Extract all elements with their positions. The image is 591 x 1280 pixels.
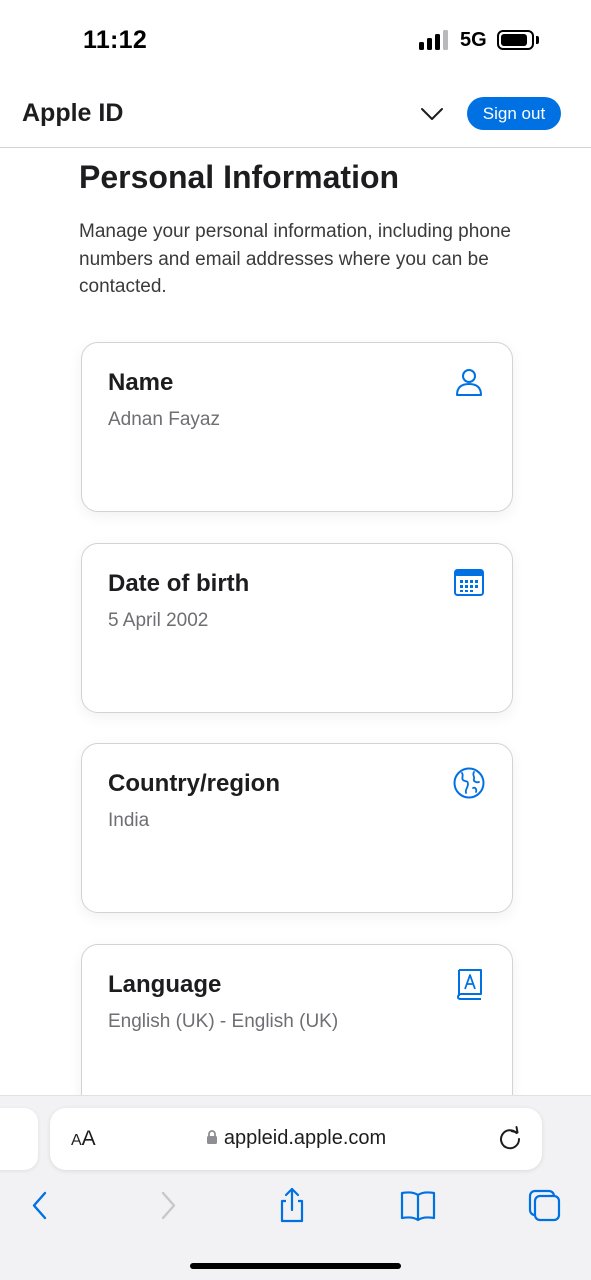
back-icon[interactable] [18,1184,62,1228]
card-value: India [108,810,150,831]
calendar-icon [452,566,486,600]
safari-toolbar: AA appleid.apple.com [0,1095,591,1280]
status-bar: 11:12 5G [0,0,591,80]
language-book-icon [452,967,486,1001]
reload-icon[interactable] [496,1125,524,1153]
globe-icon [452,766,486,800]
url-display[interactable]: appleid.apple.com [50,1127,542,1150]
card-title: Language [108,971,222,998]
person-icon [452,365,486,399]
card-value: Adnan Fayaz [108,409,220,430]
forward-icon[interactable] [146,1184,190,1228]
bookmarks-icon[interactable] [396,1184,440,1228]
screen: 11:12 5G Apple ID Sign out Personal Info… [0,0,591,1280]
network-type: 5G [460,29,487,51]
main-content: Personal Information Manage your persona… [0,149,591,1095]
card-title: Date of birth [108,570,250,597]
sign-out-button[interactable]: Sign out [467,97,561,130]
battery-icon [497,30,534,50]
date-of-birth-card[interactable]: Date of birth 5 April 2002 [81,543,513,713]
address-bar[interactable]: AA appleid.apple.com [50,1108,542,1170]
card-title: Country/region [108,770,280,797]
card-value: 5 April 2002 [108,610,209,631]
appleid-header: Apple ID Sign out [0,80,591,148]
card-title: Name [108,369,174,396]
name-card[interactable]: Name Adnan Fayaz [81,342,513,512]
language-card[interactable]: Language English (UK) - English (UK) [81,944,513,1095]
previous-tab-preview[interactable] [0,1108,38,1170]
lock-icon [206,1128,218,1144]
card-value: English (UK) - English (UK) [108,1011,339,1032]
battery-level [501,34,528,46]
chevron-down-icon[interactable] [414,100,450,128]
share-icon[interactable] [270,1184,314,1228]
tabs-icon[interactable] [522,1184,566,1228]
page-description: Manage your personal information, includ… [79,221,511,297]
url-text: appleid.apple.com [223,1127,387,1149]
page-title: Personal Information [79,159,400,195]
battery-cap [536,36,539,44]
appleid-title: Apple ID [22,99,124,127]
home-indicator [190,1263,401,1269]
status-time: 11:12 [83,26,148,54]
country-region-card[interactable]: Country/region India [81,743,513,913]
safari-nav-row [0,1184,591,1228]
cellular-signal-icon [419,30,451,50]
